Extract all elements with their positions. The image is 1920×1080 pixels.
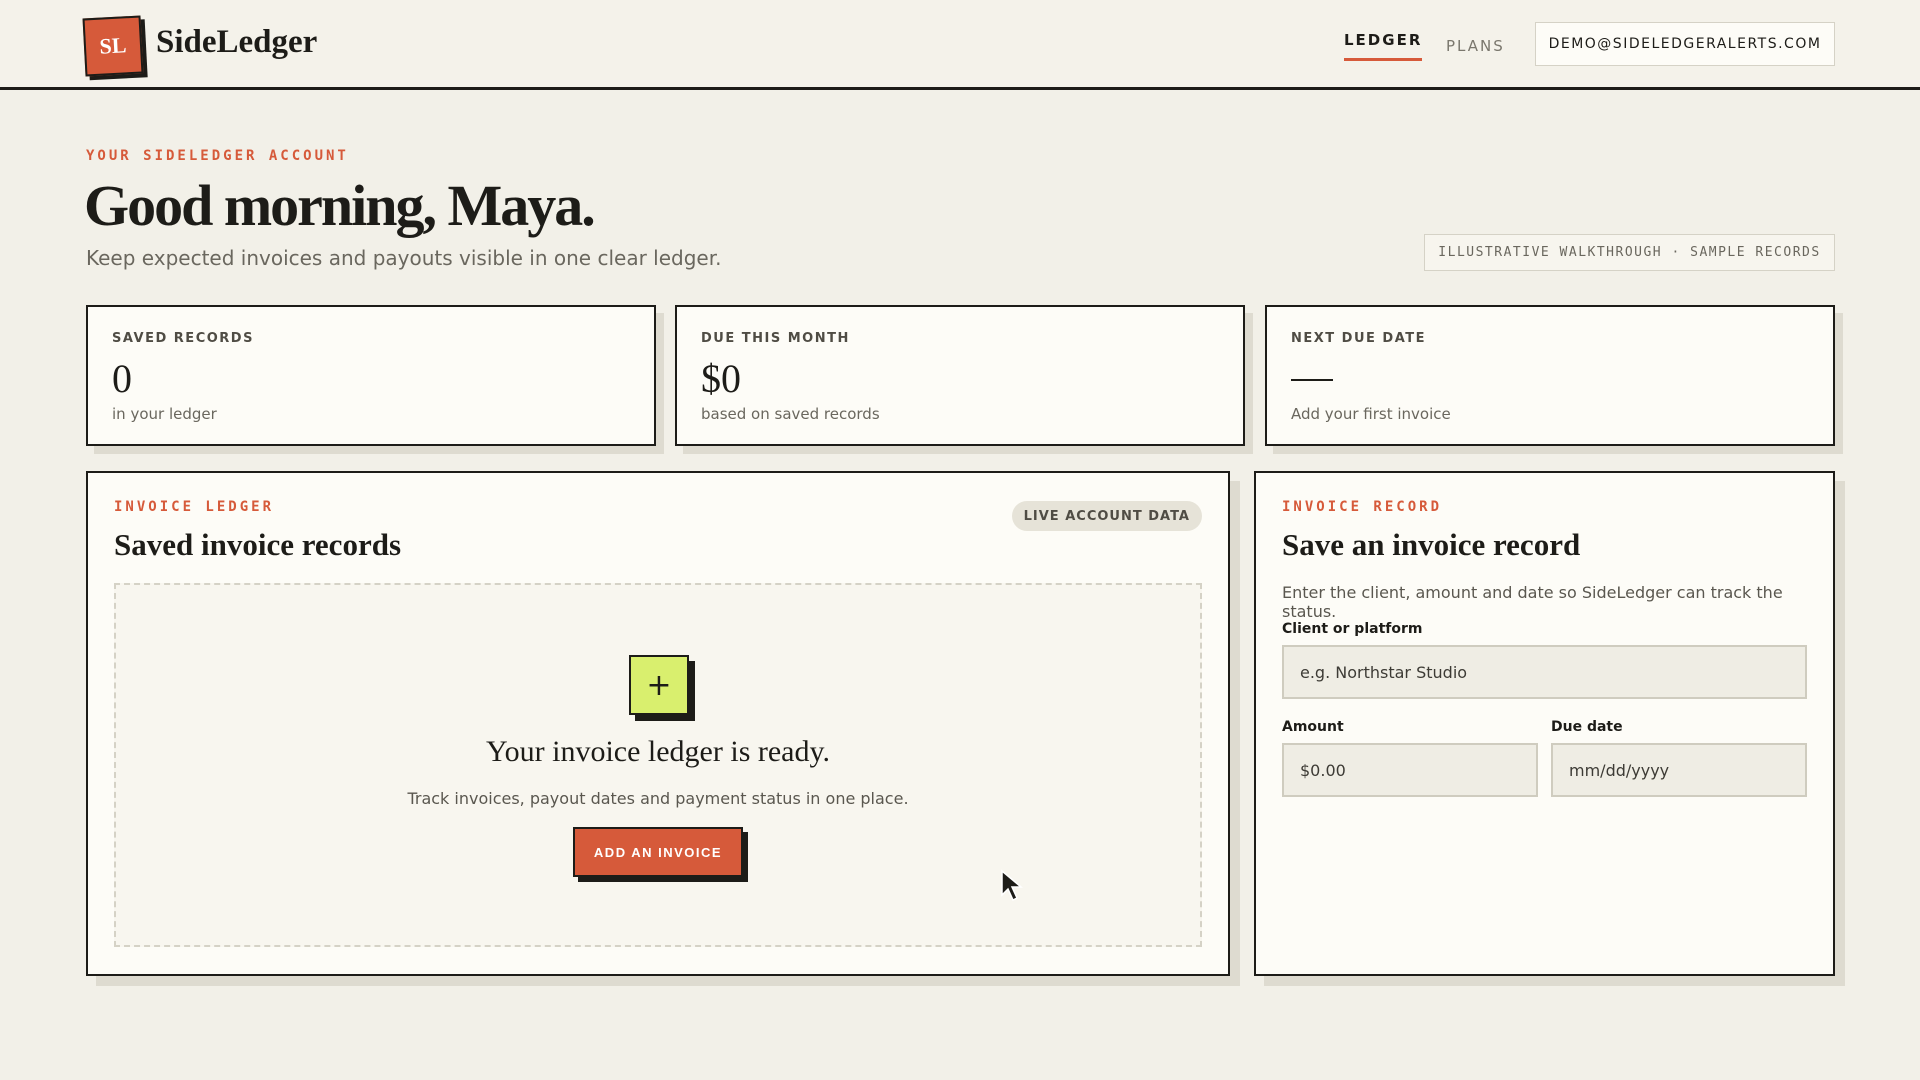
top-navigation-bar: SL SideLedger LEDGER PLANS DEMO@SIDELEDG…	[0, 0, 1920, 90]
invoice-record-panel: INVOICE RECORD Save an invoice record En…	[1254, 471, 1835, 976]
invoice-ledger-panel: INVOICE LEDGER Saved invoice records LIV…	[86, 471, 1230, 976]
due-date-input[interactable]	[1551, 743, 1807, 797]
client-label: Client or platform	[1282, 621, 1423, 637]
logo-mark[interactable]: SL	[82, 15, 144, 77]
empty-state: + Your invoice ledger is ready. Track in…	[114, 583, 1202, 947]
stat-card-due-this-month: DUE THIS MONTH $0 based on saved records	[675, 305, 1245, 446]
live-data-badge: LIVE ACCOUNT DATA	[1011, 501, 1202, 531]
stat-card-next-due-date: NEXT DUE DATE Add your first invoice	[1265, 305, 1835, 446]
stat-label: SAVED RECORDS	[112, 331, 254, 346]
stat-value: 0	[112, 356, 132, 401]
stat-label: NEXT DUE DATE	[1291, 331, 1427, 346]
stat-card-saved-records: SAVED RECORDS 0 in your ledger	[86, 305, 656, 446]
brand-name[interactable]: SideLedger	[156, 24, 317, 61]
record-description: Enter the client, amount and date so Sid…	[1282, 583, 1783, 621]
nav-ledger[interactable]: LEDGER	[1344, 31, 1423, 61]
mouse-cursor-icon	[1001, 869, 1024, 902]
empty-state-title: Your invoice ledger is ready.	[485, 735, 831, 768]
page-title: Good morning, Maya.	[84, 173, 596, 238]
account-eyebrow: YOUR SIDELEDGER ACCOUNT	[86, 148, 349, 164]
plus-icon[interactable]: +	[629, 655, 689, 715]
stat-note: based on saved records	[701, 405, 880, 423]
stat-value: $0	[701, 356, 741, 401]
page-subtitle: Keep expected invoices and payouts visib…	[86, 246, 722, 270]
account-email-button[interactable]: DEMO@SIDELEDGERALERTS.COM	[1535, 22, 1835, 66]
due-date-label: Due date	[1551, 719, 1623, 735]
empty-value-dash	[1291, 379, 1333, 381]
amount-label: Amount	[1282, 719, 1344, 735]
stat-label: DUE THIS MONTH	[701, 331, 850, 346]
ledger-title: Saved invoice records	[114, 527, 402, 562]
client-input[interactable]	[1282, 645, 1807, 699]
nav-plans[interactable]: PLANS	[1446, 37, 1505, 55]
empty-state-subtitle: Track invoices, payout dates and payment…	[407, 789, 909, 808]
stat-note: in your ledger	[112, 405, 217, 423]
stat-note: Add your first invoice	[1291, 405, 1451, 423]
ledger-eyebrow: INVOICE LEDGER	[114, 499, 275, 515]
record-title: Save an invoice record	[1282, 527, 1581, 562]
record-eyebrow: INVOICE RECORD	[1282, 499, 1443, 515]
walkthrough-badge: ILLUSTRATIVE WALKTHROUGH · SAMPLE RECORD…	[1424, 234, 1835, 271]
add-invoice-button[interactable]: ADD AN INVOICE	[573, 827, 743, 877]
amount-input[interactable]	[1282, 743, 1538, 797]
